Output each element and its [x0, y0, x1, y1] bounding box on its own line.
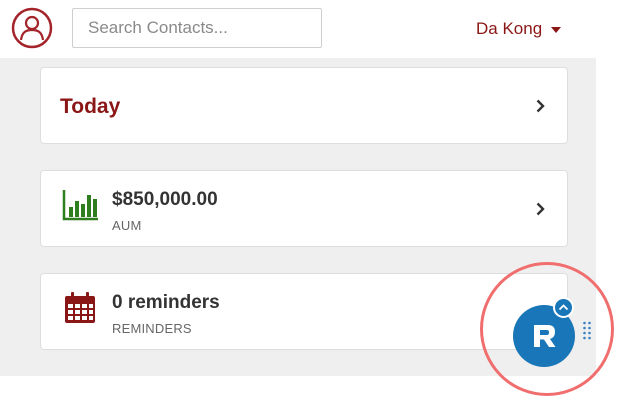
- user-circle-icon[interactable]: [11, 7, 53, 49]
- calendar-icon: [65, 292, 95, 323]
- bar-chart-icon: [62, 190, 98, 221]
- search-input[interactable]: [72, 8, 322, 48]
- aum-card[interactable]: $850,000.00 AUM: [40, 170, 568, 247]
- drag-handle-icon[interactable]: [582, 320, 592, 342]
- caret-down-icon: [551, 27, 562, 33]
- top-bar: Da Kong: [0, 0, 620, 58]
- aum-label: AUM: [112, 218, 142, 233]
- user-menu[interactable]: Da Kong: [476, 17, 562, 41]
- chevron-up-icon: [558, 304, 569, 311]
- chevron-right-icon: [536, 99, 545, 113]
- reminders-value: 0 reminders: [112, 292, 220, 313]
- chevron-right-icon: [536, 202, 545, 216]
- today-title: Today: [60, 95, 121, 118]
- today-card[interactable]: Today: [40, 67, 568, 144]
- aum-value: $850,000.00: [112, 189, 218, 210]
- expand-badge[interactable]: [553, 297, 574, 318]
- reminders-label: REMINDERS: [112, 321, 192, 336]
- user-name: Da Kong: [476, 19, 543, 38]
